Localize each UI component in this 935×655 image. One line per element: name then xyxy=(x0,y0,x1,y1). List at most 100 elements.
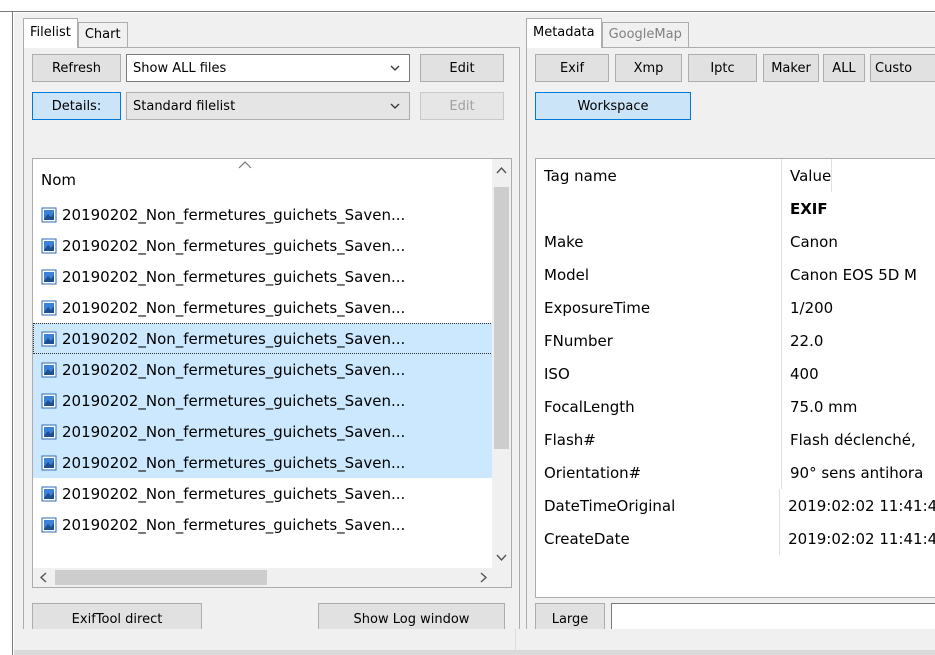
tag-cell: FNumber xyxy=(536,324,782,357)
tab-googlemap[interactable]: GoogleMap xyxy=(601,22,689,48)
value-cell: Canon EOS 5D M xyxy=(790,265,918,284)
tag-cell: Make xyxy=(536,225,782,258)
chevron-down-icon xyxy=(390,103,400,109)
table-row[interactable]: Flash# Flash déclenché, xyxy=(536,423,935,456)
list-item[interactable]: 20190202_Non_fermetures_guichets_Saven..… xyxy=(33,509,493,540)
xmp-button[interactable]: Xmp xyxy=(615,54,682,82)
workspace-button[interactable]: Workspace xyxy=(535,92,691,120)
scroll-down-icon[interactable] xyxy=(496,552,507,563)
tag-cell: Flash# xyxy=(536,423,782,456)
file-name: 20190202_Non_fermetures_guichets_Saven..… xyxy=(62,298,406,317)
vertical-scroll-thumb[interactable] xyxy=(494,187,509,449)
tag-cell: FocalLength xyxy=(536,390,782,423)
right-tabs: Metadata GoogleMap xyxy=(526,18,689,48)
value-cell: Flash déclenché, xyxy=(790,430,916,449)
scroll-up-icon[interactable] xyxy=(496,165,507,176)
value-cell: 400 xyxy=(790,364,819,383)
list-item[interactable]: 20190202_Non_fermetures_guichets_Saven..… xyxy=(33,292,493,323)
metadata-table[interactable]: Tag name Value EXIF Make Canon Model Canon… xyxy=(535,158,935,598)
list-item[interactable]: 20190202_Non_fermetures_guichets_Saven..… xyxy=(33,385,493,416)
file-name: 20190202_Non_fermetures_guichets_Saven..… xyxy=(62,422,406,441)
outer-frame-top xyxy=(0,0,935,12)
image-file-icon xyxy=(41,486,57,501)
details-button[interactable]: Details: xyxy=(32,92,121,120)
filelist-mode-select[interactable]: Standard filelist xyxy=(126,92,410,120)
image-file-icon xyxy=(41,331,57,346)
list-item[interactable]: 20190202_Non_fermetures_guichets_Saven..… xyxy=(33,478,493,509)
iptc-button[interactable]: Iptc xyxy=(688,54,757,82)
refresh-button[interactable]: Refresh xyxy=(32,54,121,82)
all-button[interactable]: ALL xyxy=(823,54,865,82)
table-row[interactable]: FNumber 22.0 xyxy=(536,324,935,357)
scroll-right-icon[interactable] xyxy=(478,572,489,583)
image-file-icon xyxy=(41,269,57,284)
table-row[interactable]: ISO 400 xyxy=(536,357,935,390)
table-row[interactable]: Make Canon xyxy=(536,225,935,258)
table-row[interactable]: Orientation# 90° sens antihora xyxy=(536,456,935,489)
file-name: 20190202_Non_fermetures_guichets_Saven..… xyxy=(62,236,406,255)
edit-details-button: Edit xyxy=(420,92,504,120)
file-filter-select[interactable]: Show ALL files xyxy=(126,54,410,82)
right-panel: Metadata GoogleMap Exif Xmp Iptc Maker A… xyxy=(526,18,935,642)
list-item[interactable]: 20190202_Non_fermetures_guichets_Saven..… xyxy=(33,354,493,385)
value-cell: 2019:02:02 11:41:4 xyxy=(788,529,935,548)
table-row[interactable]: DateTimeOriginal 2019:02:02 11:41:4 xyxy=(536,489,935,522)
app-window: Filelist Chart Refresh Show ALL files Ed… xyxy=(14,13,935,655)
tag-cell: Orientation# xyxy=(536,456,782,489)
value-cell: 75.0 mm xyxy=(790,397,858,416)
file-name: 20190202_Non_fermetures_guichets_Saven..… xyxy=(62,515,406,534)
filelist-tab-body: Refresh Show ALL files Edit Details: Sta… xyxy=(23,47,520,642)
tag-cell: Model xyxy=(536,258,782,291)
list-item[interactable]: 20190202_Non_fermetures_guichets_Saven..… xyxy=(33,261,493,292)
custom-button[interactable]: Custo xyxy=(870,54,935,82)
scroll-left-icon[interactable] xyxy=(38,572,49,583)
image-file-icon xyxy=(41,362,57,377)
table-row[interactable]: FocalLength 75.0 mm xyxy=(536,390,935,423)
exif-button[interactable]: Exif xyxy=(535,54,609,82)
table-header: Tag name Value xyxy=(536,159,935,192)
value-cell: Canon xyxy=(790,232,838,251)
horizontal-scroll-thumb[interactable] xyxy=(55,570,267,585)
left-tabs: Filelist Chart xyxy=(23,18,128,48)
file-list-header[interactable]: Nom xyxy=(33,159,493,197)
tag-cell: ISO xyxy=(536,357,782,390)
column-header-tag[interactable]: Tag name xyxy=(536,159,782,192)
image-file-icon xyxy=(41,238,57,253)
metadata-tab-body: Exif Xmp Iptc Maker ALL Custo Workspace … xyxy=(526,47,935,642)
tab-filelist[interactable]: Filelist xyxy=(23,18,78,48)
section-label: EXIF xyxy=(790,199,828,218)
table-row[interactable]: EXIF xyxy=(536,192,935,225)
horizontal-scrollbar[interactable] xyxy=(33,568,494,587)
file-name: 20190202_Non_fermetures_guichets_Saven..… xyxy=(62,360,406,379)
file-name: 20190202_Non_fermetures_guichets_Saven..… xyxy=(62,267,406,286)
edit-filter-button[interactable]: Edit xyxy=(420,54,504,82)
column-header-value[interactable]: Value xyxy=(782,159,833,192)
tag-cell: ExposureTime xyxy=(536,291,782,324)
list-item[interactable]: 20190202_Non_fermetures_guichets_Saven..… xyxy=(33,199,493,230)
list-item[interactable]: 20190202_Non_fermetures_guichets_Saven..… xyxy=(33,323,493,354)
file-name: 20190202_Non_fermetures_guichets_Saven..… xyxy=(62,205,406,224)
sort-ascending-icon xyxy=(238,161,252,169)
file-name: 20190202_Non_fermetures_guichets_Saven..… xyxy=(62,484,406,503)
image-file-icon xyxy=(41,424,57,439)
filelist-mode-value: Standard filelist xyxy=(133,98,236,114)
file-filter-value: Show ALL files xyxy=(133,60,227,76)
vertical-scrollbar[interactable] xyxy=(492,159,511,569)
table-row[interactable]: ExposureTime 1/200 xyxy=(536,291,935,324)
bottom-strip xyxy=(14,650,935,655)
list-item[interactable]: 20190202_Non_fermetures_guichets_Saven..… xyxy=(33,230,493,261)
list-item[interactable]: 20190202_Non_fermetures_guichets_Saven..… xyxy=(33,447,493,478)
scroll-corner xyxy=(492,568,511,587)
tab-metadata[interactable]: Metadata xyxy=(526,18,602,48)
column-header-name[interactable]: Nom xyxy=(41,171,76,189)
image-file-icon xyxy=(41,300,57,315)
tab-chart[interactable]: Chart xyxy=(77,22,128,48)
outer-frame-left xyxy=(0,12,13,655)
table-row[interactable]: CreateDate 2019:02:02 11:41:4 xyxy=(536,522,935,555)
tag-cell: DateTimeOriginal xyxy=(536,489,781,522)
chevron-down-icon xyxy=(390,65,400,71)
maker-button[interactable]: Maker xyxy=(763,54,819,82)
file-list[interactable]: Nom 20190202_Non_fermetures_guichets_Sav… xyxy=(32,158,512,588)
list-item[interactable]: 20190202_Non_fermetures_guichets_Saven..… xyxy=(33,416,493,447)
table-row[interactable]: Model Canon EOS 5D M xyxy=(536,258,935,291)
